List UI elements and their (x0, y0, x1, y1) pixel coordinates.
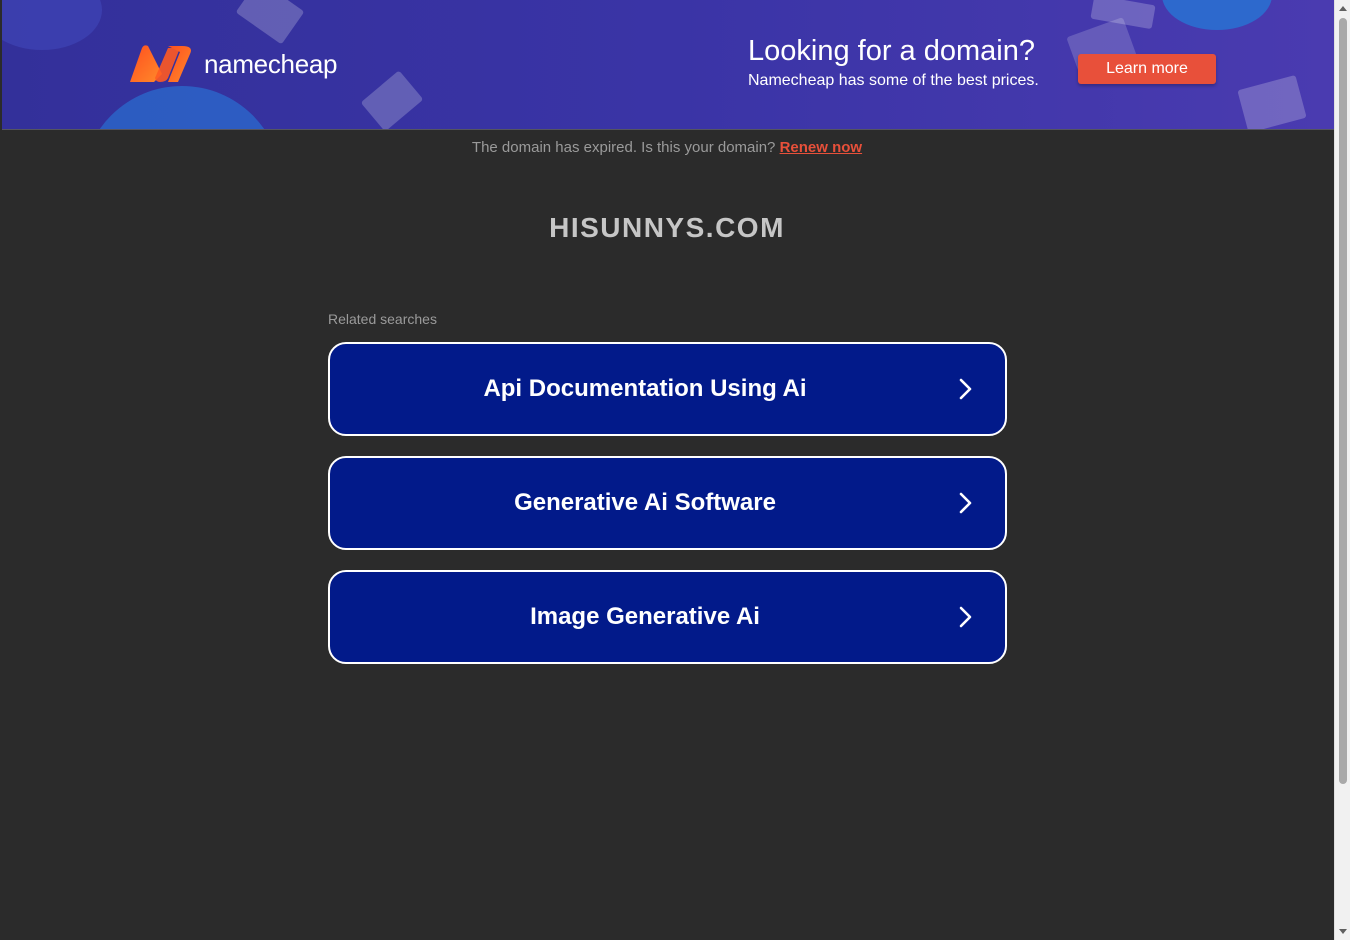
arrow-down-icon (1339, 929, 1347, 934)
chevron-right-icon (959, 378, 972, 400)
banner-decoration (2, 0, 102, 50)
domain-title: HISUNNYS.COM (549, 212, 785, 243)
banner-decoration (82, 86, 282, 129)
vertical-scrollbar[interactable] (1334, 0, 1350, 940)
promo-title: Looking for a domain? (748, 35, 1035, 67)
banner-decoration (1162, 0, 1272, 30)
arrow-up-icon (1339, 6, 1347, 11)
page-viewport: namecheap Looking for a domain? Namechea… (0, 0, 1334, 940)
scroll-up-button[interactable] (1335, 0, 1350, 16)
promo-text-block: Looking for a domain? Namecheap has some… (748, 34, 1039, 90)
renew-now-link[interactable]: Renew now (780, 139, 863, 156)
scroll-down-button[interactable] (1335, 924, 1350, 940)
related-searches-list: Api Documentation Using Ai Generative Ai… (328, 342, 1007, 684)
namecheap-banner[interactable]: namecheap Looking for a domain? Namechea… (2, 0, 1334, 130)
related-search-label: Generative Ai Software (514, 489, 776, 516)
expired-notice: The domain has expired. Is this your dom… (0, 139, 1334, 156)
related-search-item[interactable]: Api Documentation Using Ai (328, 342, 1007, 436)
chevron-right-icon (959, 606, 972, 628)
namecheap-logo[interactable]: namecheap (128, 44, 337, 84)
namecheap-logo-icon (130, 45, 191, 82)
logo-text: namecheap (204, 48, 338, 79)
related-searches-label: Related searches (328, 311, 437, 327)
related-search-item[interactable]: Image Generative Ai (328, 570, 1007, 664)
learn-more-button[interactable]: Learn more (1078, 54, 1216, 84)
related-search-item[interactable]: Generative Ai Software (328, 456, 1007, 550)
banner-decoration (360, 70, 424, 129)
related-search-label: Api Documentation Using Ai (483, 375, 807, 402)
banner-decoration (235, 0, 305, 45)
banner-decoration (1237, 74, 1307, 129)
chevron-right-icon (959, 492, 972, 514)
promo-subtitle: Namecheap has some of the best prices. (748, 72, 1039, 89)
expired-notice-text: The domain has expired. Is this your dom… (471, 139, 776, 156)
scrollbar-thumb[interactable] (1339, 18, 1347, 784)
related-search-label: Image Generative Ai (530, 603, 760, 630)
